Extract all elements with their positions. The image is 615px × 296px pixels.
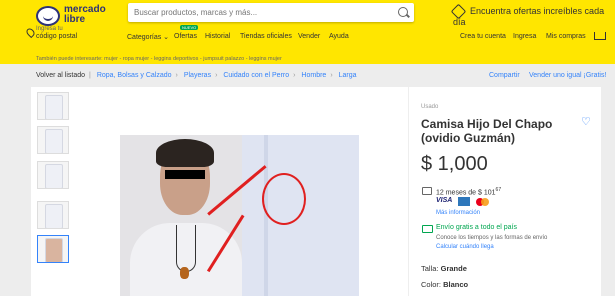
shirt-thumbnail-image: [45, 164, 63, 188]
breadcrumb-item[interactable]: Playeras: [184, 72, 211, 79]
header: mercado libre Encuentra ofertas increíbl…: [0, 0, 615, 64]
heart-icon[interactable]: ♡: [581, 117, 591, 128]
nav-historial[interactable]: Historial: [205, 33, 230, 40]
color-label: Color:: [421, 280, 442, 289]
visa-logo: VISA: [436, 197, 453, 204]
breadcrumb-item[interactable]: Cuidado con el Perro: [223, 72, 289, 79]
censor-bar: [165, 170, 205, 179]
free-shipping-text: Envío gratis a todo el país: [436, 224, 517, 231]
product-panel: Usado Camisa Hijo Del Chapo (ovidio Guzm…: [31, 87, 601, 296]
promo-text: Encuentra ofertas increíbles cada día: [453, 6, 605, 28]
handshake-icon: [36, 6, 60, 26]
size-label: Talla:: [421, 264, 439, 273]
main-product-image[interactable]: [120, 135, 359, 296]
breadcrumb-item[interactable]: Hombre: [301, 72, 326, 79]
calculate-delivery-link[interactable]: Calcular cuándo llega: [436, 244, 494, 250]
search-input[interactable]: [134, 5, 384, 20]
breadcrumb-item[interactable]: Ropa, Bolsas y Calzado: [97, 72, 172, 79]
location-selector[interactable]: Ingresa tu código postal: [36, 26, 77, 40]
back-to-list-link[interactable]: Volver al listado: [36, 72, 85, 79]
condition-label: Usado: [421, 104, 439, 110]
my-purchases-link[interactable]: Mis compras: [546, 33, 586, 40]
installments-text: 12 meses de $ 10167: [436, 187, 502, 197]
thumbnail[interactable]: [37, 92, 69, 120]
new-badge: NUEVO: [180, 25, 199, 30]
size-row: Talla: Grande: [421, 264, 467, 273]
product-title: Camisa Hijo Del Chapo (ovidio Guzmán): [421, 117, 553, 145]
breadcrumb-separator: |: [89, 72, 91, 79]
shirt-thumbnail-image: [45, 204, 63, 228]
search-bar: [128, 3, 414, 22]
thumbnail[interactable]: [37, 201, 69, 229]
shipping-info-text: Conoce los tiempos y las formas de envío: [436, 235, 548, 241]
promo-banner[interactable]: Encuentra ofertas increíbles cada día: [450, 3, 615, 28]
search-icon[interactable]: [398, 7, 408, 17]
color-value: Blanco: [443, 280, 469, 289]
nav-tiendas-oficiales[interactable]: Tiendas oficiales: [240, 33, 292, 40]
thumbnail[interactable]: [37, 161, 69, 189]
create-account-link[interactable]: Crea tu cuenta: [460, 33, 506, 40]
nav-vender[interactable]: Vender: [298, 33, 320, 40]
nav-ofertas-label: Ofertas: [174, 33, 197, 40]
cart-icon[interactable]: [594, 32, 606, 40]
annotation-circle: [262, 173, 306, 225]
amex-logo: [458, 197, 470, 206]
related-searches[interactable]: También puede interesarte: mujer - ropa …: [36, 56, 282, 62]
thumbnail-selected[interactable]: [37, 235, 69, 263]
size-value: Grande: [440, 264, 467, 273]
person-thumbnail-image: [45, 238, 63, 262]
logo-text-line2: libre: [64, 14, 86, 25]
truck-icon: [422, 225, 433, 233]
credit-card-icon: [422, 187, 432, 195]
share-link[interactable]: Compartir: [489, 72, 520, 79]
thumbnail[interactable]: [37, 126, 69, 154]
nav-ofertas[interactable]: NUEVO Ofertas: [174, 25, 199, 40]
more-info-link[interactable]: Más información: [436, 210, 480, 216]
product-price: $ 1,000: [421, 153, 488, 175]
nav-ayuda[interactable]: Ayuda: [329, 33, 349, 40]
location-line2: código postal: [36, 33, 78, 40]
nav-categorias[interactable]: Categorías ⌄: [127, 33, 169, 41]
shirt-thumbnail-image: [45, 129, 63, 153]
breadcrumb-item[interactable]: Larga: [339, 72, 357, 79]
login-link[interactable]: Ingresa: [513, 33, 536, 40]
location-line1: Ingresa tu: [36, 26, 63, 32]
shirt-thumbnail-image: [45, 95, 63, 119]
location-pin-icon: [24, 26, 37, 39]
breadcrumb: Volver al listado | Ropa, Bolsas y Calzad…: [36, 72, 357, 79]
color-row: Color: Blanco: [421, 280, 468, 289]
sell-same-link[interactable]: Vender uno igual ¡Gratis!: [529, 72, 606, 79]
